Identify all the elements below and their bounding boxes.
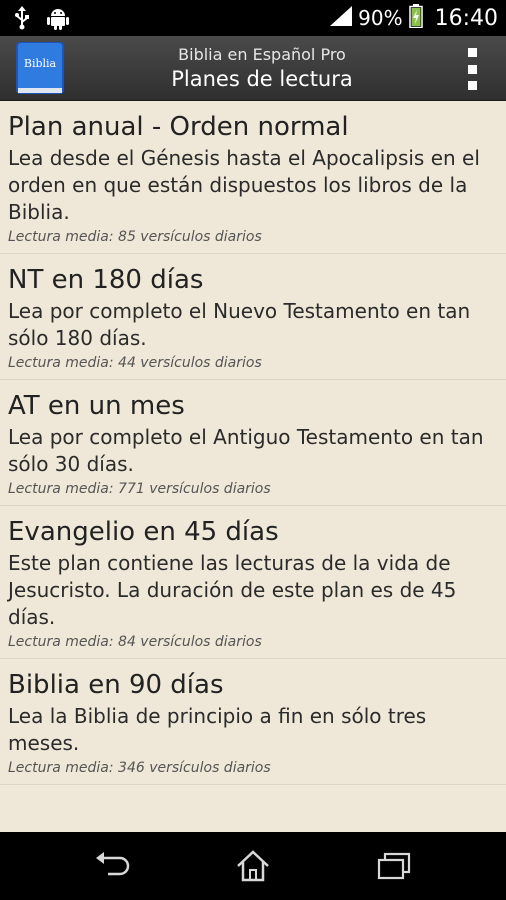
battery-percent: 90%	[358, 6, 403, 30]
overflow-dot-icon	[467, 48, 477, 57]
status-bar-system: 90% 16:40	[330, 0, 498, 36]
usb-icon	[14, 6, 30, 35]
android-icon	[46, 6, 70, 35]
plan-meta: Lectura media: 84 versículos diarios	[8, 634, 262, 650]
clock: 16:40	[434, 5, 498, 31]
overflow-dot-icon	[467, 81, 477, 90]
plan-meta: Lectura media: 85 versículos diarios	[8, 229, 262, 245]
action-bar: Biblia Biblia en Español Pro Planes de l…	[0, 36, 506, 101]
home-icon	[237, 850, 269, 882]
plan-description: Este plan contiene las lecturas de la vi…	[8, 551, 457, 629]
list-item[interactable]: NT en 180 días Lea por completo el Nuevo…	[0, 254, 506, 380]
plan-description: Lea desde el Génesis hasta el Apocalipsi…	[8, 146, 480, 224]
list-item[interactable]: Biblia en 90 días Lea la Biblia de princ…	[0, 659, 506, 785]
list-item[interactable]: AT en un mes Lea por completo el Antiguo…	[0, 380, 506, 506]
signal-icon	[330, 5, 353, 31]
overflow-menu-button[interactable]	[462, 48, 482, 90]
back-icon	[96, 852, 130, 876]
navigation-bar	[0, 832, 506, 900]
list-item[interactable]: Plan anual - Orden normal Lea desde el G…	[0, 101, 506, 254]
app-icon[interactable]: Biblia	[10, 40, 70, 96]
plan-meta: Lectura media: 771 versículos diarios	[8, 481, 271, 497]
plan-description: Lea por completo el Antiguo Testamento e…	[8, 425, 484, 476]
plan-title: Plan anual - Orden normal	[8, 112, 349, 142]
app-name: Biblia en Español Pro	[178, 45, 346, 64]
plan-meta: Lectura media: 346 versículos diarios	[8, 760, 271, 776]
plan-meta: Lectura media: 44 versículos diarios	[8, 355, 262, 371]
page-title: Planes de lectura	[171, 67, 353, 91]
plan-title: AT en un mes	[8, 391, 185, 421]
overflow-dot-icon	[467, 64, 477, 74]
action-bar-titles: Biblia en Español Pro Planes de lectura	[78, 36, 446, 100]
app-icon-label: Biblia	[24, 57, 57, 70]
list-item[interactable]: Evangelio en 45 días Este plan contiene …	[0, 506, 506, 659]
status-bar-notifications	[14, 6, 70, 35]
status-bar: 90% 16:40	[0, 0, 506, 36]
plan-description: Lea por completo el Nuevo Testamento en …	[8, 299, 471, 350]
back-button[interactable]	[84, 846, 144, 886]
battery-icon	[408, 3, 423, 33]
home-button[interactable]	[223, 846, 283, 886]
recent-apps-button[interactable]	[364, 846, 424, 886]
plan-title: NT en 180 días	[8, 265, 204, 295]
recent-apps-icon	[377, 852, 411, 880]
reading-plans-list[interactable]: Plan anual - Orden normal Lea desde el G…	[0, 101, 506, 832]
list-item-partial[interactable]	[0, 785, 506, 832]
plan-title: Biblia en 90 días	[8, 670, 224, 700]
plan-description: Lea la Biblia de principio a fin en sólo…	[8, 704, 427, 755]
plan-title: Evangelio en 45 días	[8, 517, 279, 547]
